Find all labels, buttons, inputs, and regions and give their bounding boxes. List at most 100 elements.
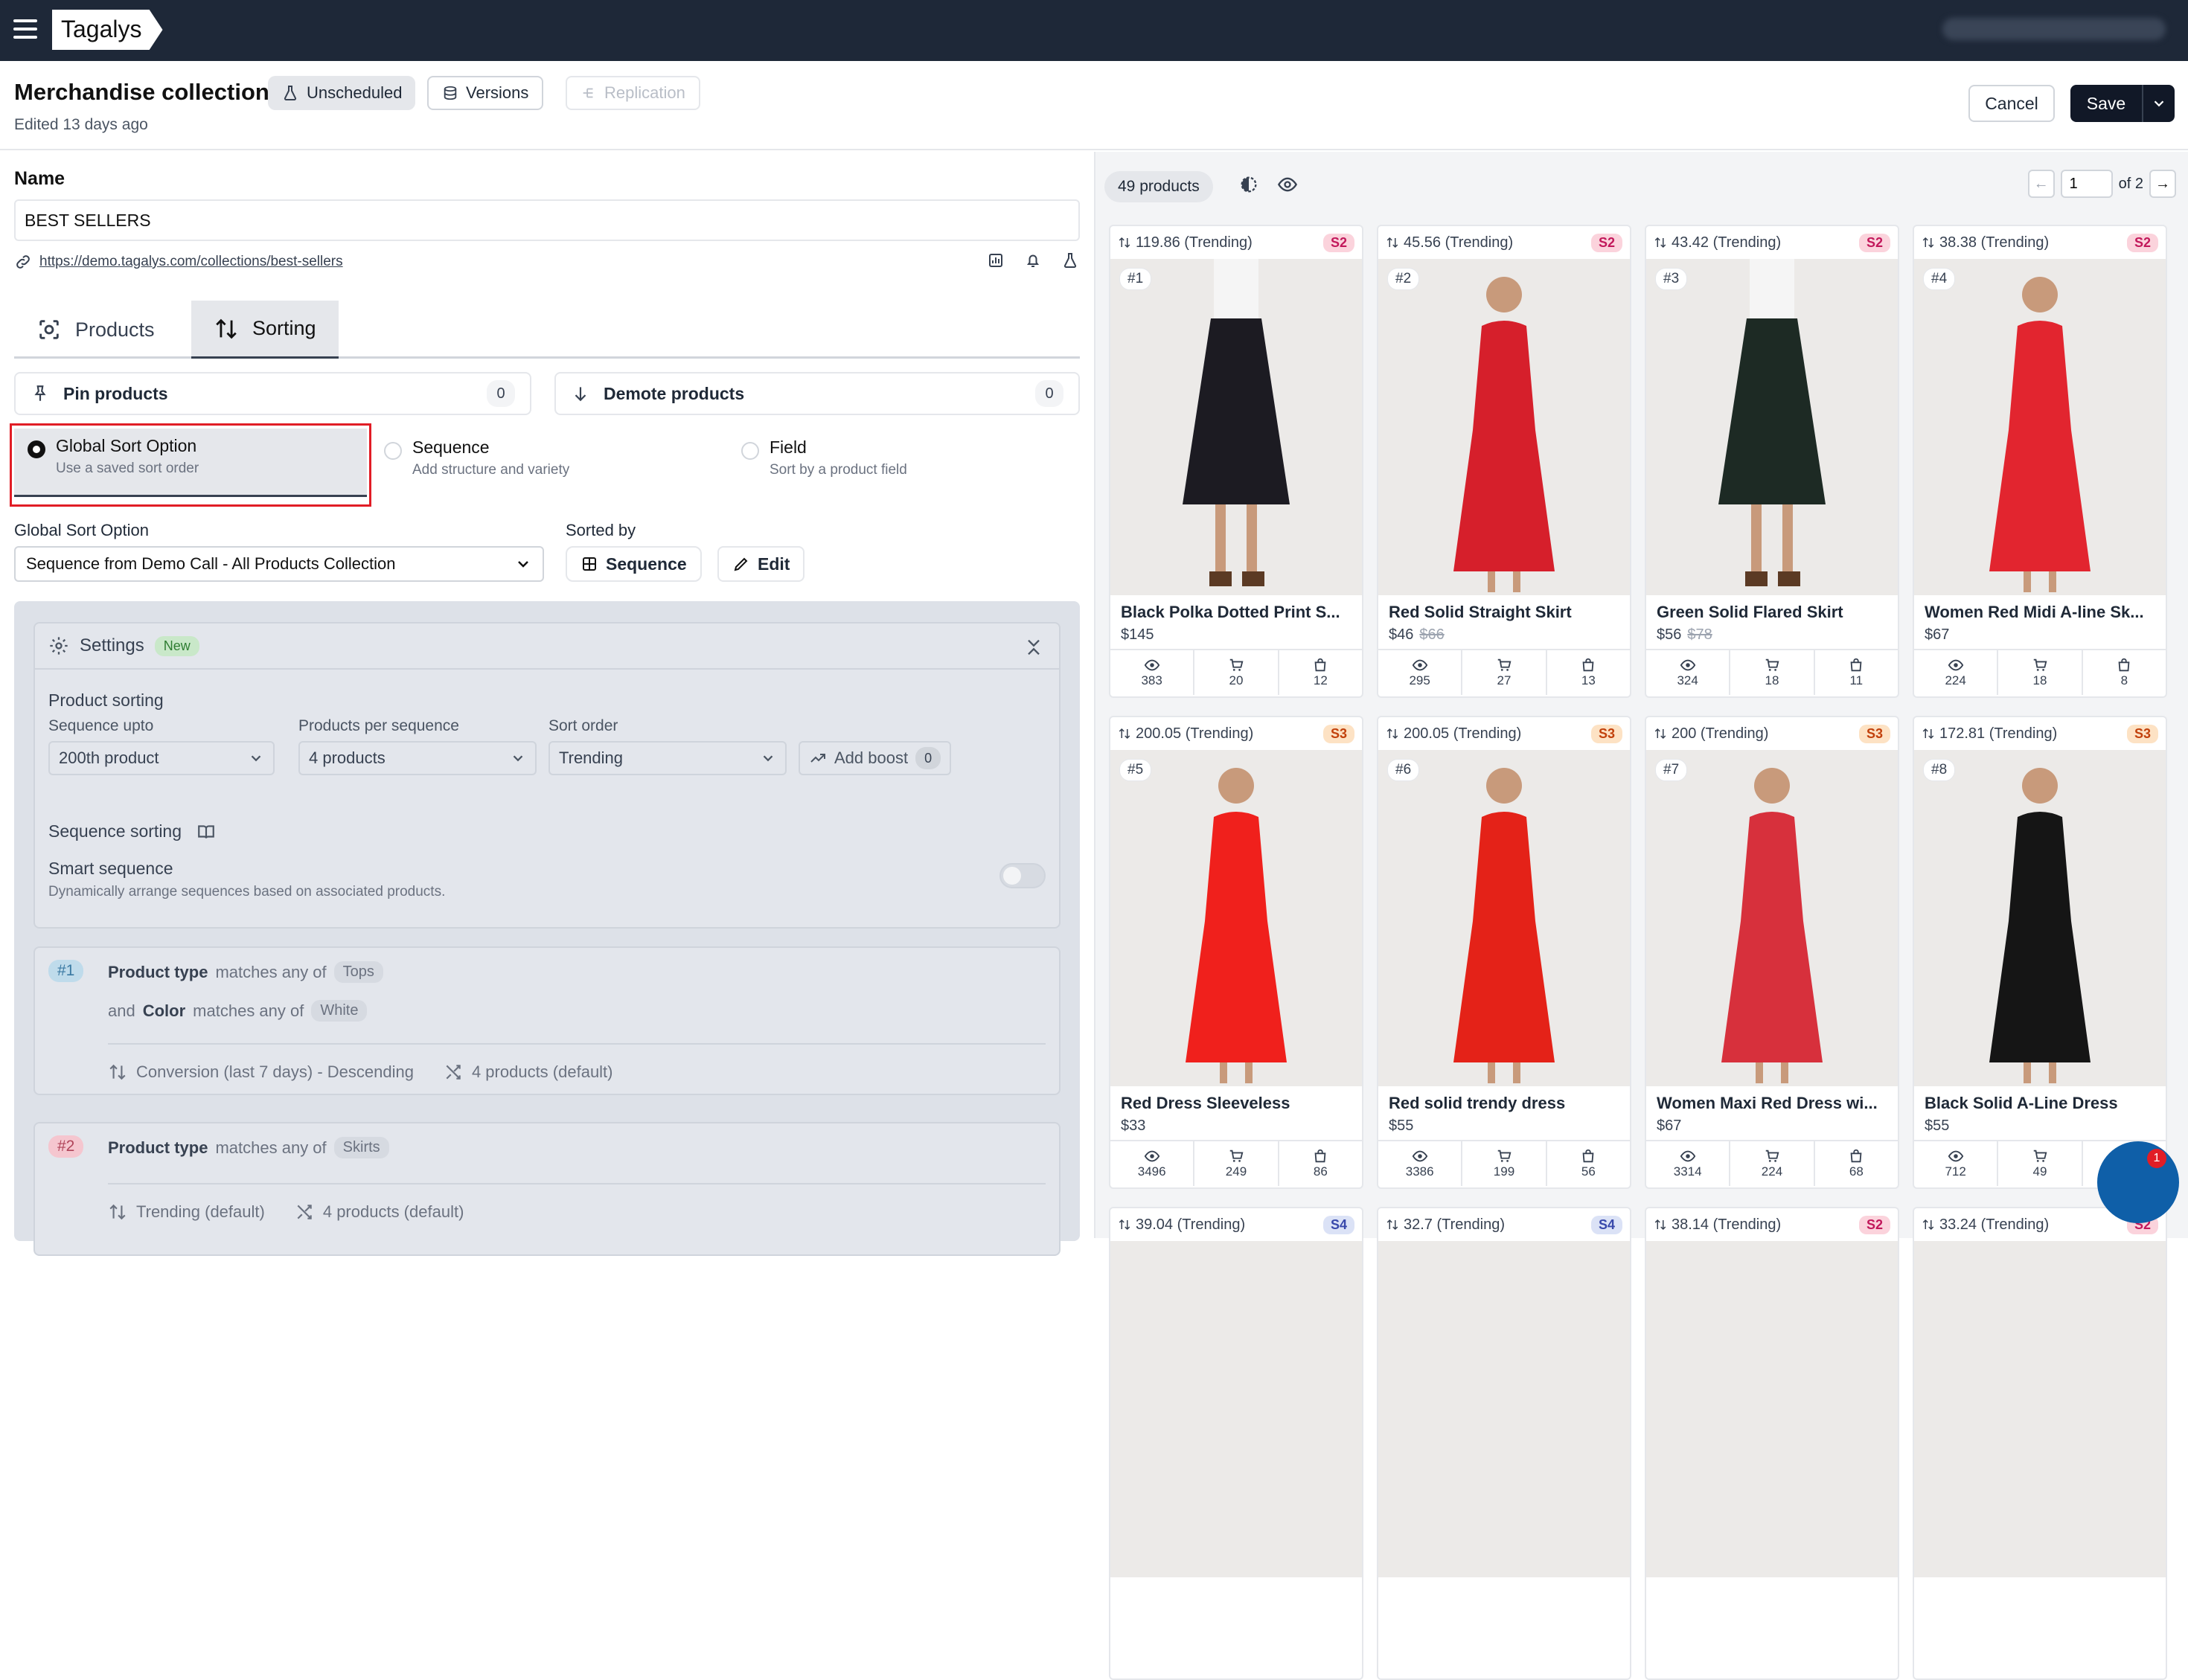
next-page-button[interactable]: →	[2149, 170, 2176, 198]
product-card[interactable]: 200.05 (Trending) S3 #6 Red solid trendy dr…	[1377, 716, 1631, 1189]
product-photo	[1718, 259, 1826, 586]
rule-joiner: and	[108, 1001, 135, 1020]
product-card[interactable]: 200 (Trending) S3 #7 Women Maxi Red Dress w…	[1645, 716, 1899, 1189]
purchases-stat: 13	[1547, 650, 1630, 695]
flask-icon[interactable]	[1061, 251, 1079, 269]
product-card[interactable]: 32.7 (Trending) S4	[1377, 1207, 1631, 1680]
cart-icon	[2033, 658, 2047, 671]
radio-selected[interactable]	[28, 440, 45, 458]
product-image[interactable]: #3	[1646, 259, 1898, 595]
name-input[interactable]	[14, 199, 1080, 241]
product-image[interactable]: #8	[1914, 750, 2166, 1086]
menu-icon[interactable]	[13, 19, 37, 40]
analytics-icon[interactable]	[987, 251, 1005, 269]
views-count: 383	[1141, 673, 1162, 687]
pin-products-button[interactable]: Pin products 0	[14, 372, 531, 415]
collapse-icon[interactable]	[1023, 637, 1044, 663]
sequence-tag: S3	[2126, 724, 2158, 743]
sort-option-global[interactable]: Global Sort Option Use a saved sort orde…	[14, 429, 367, 497]
product-card[interactable]: 43.42 (Trending) S2 #3 Green Solid Flared S…	[1645, 225, 1899, 698]
rank-badge: #3	[1655, 268, 1688, 290]
eye-icon[interactable]	[1277, 174, 1298, 195]
product-price-row: $46 $66	[1389, 626, 1619, 644]
product-card[interactable]: 45.56 (Trending) S2 #2 Red Solid Straight S…	[1377, 225, 1631, 698]
product-card[interactable]: 33.24 (Trending) S2	[1913, 1207, 2167, 1680]
book-icon[interactable]	[196, 822, 216, 841]
sorted-by-label: Sorted by	[566, 521, 636, 539]
chat-widget-button[interactable]	[2097, 1141, 2179, 1223]
schedule-status-badge[interactable]: Unscheduled	[268, 76, 416, 110]
radio-unselected[interactable]	[384, 442, 402, 460]
save-button[interactable]: Save	[2070, 85, 2175, 122]
settings-header[interactable]: Settings New	[48, 635, 199, 656]
cancel-button[interactable]: Cancel	[1968, 85, 2055, 122]
sequence-button[interactable]: Sequence	[566, 546, 702, 582]
product-info: Black Solid A-Line Dress $55	[1914, 1086, 2166, 1140]
product-image[interactable]: #1	[1110, 259, 1362, 595]
sort-option-sequence[interactable]: Sequence Add structure and variety	[384, 430, 569, 484]
collection-url-link[interactable]: https://demo.tagalys.com/collections/bes…	[39, 254, 343, 270]
product-card[interactable]: 200.05 (Trending) S3 #5 Red Dress Sleeveles…	[1109, 716, 1363, 1189]
product-card[interactable]: 38.38 (Trending) S2 #4 Women Red Midi A-lin…	[1913, 225, 2167, 698]
add-boost-button[interactable]: Add boost 0	[799, 741, 952, 775]
carts-count: 18	[2032, 673, 2047, 687]
versions-button[interactable]: Versions	[427, 76, 544, 110]
smart-sequence-toggle[interactable]	[999, 863, 1046, 888]
product-score: 32.7 (Trending)	[1404, 1216, 1505, 1233]
rank-badge: #6	[1387, 759, 1420, 781]
edit-button[interactable]: Edit	[717, 546, 805, 582]
global-sort-select[interactable]: Sequence from Demo Call - All Products C…	[14, 546, 544, 582]
bell-icon[interactable]	[1024, 251, 1042, 269]
sequence-tag: S4	[1322, 1215, 1354, 1234]
product-image[interactable]	[1646, 1241, 1898, 1577]
product-score: 172.81 (Trending)	[1939, 725, 2058, 742]
sort-order-select[interactable]: Trending	[548, 741, 787, 775]
product-image[interactable]	[1110, 1241, 1362, 1577]
product-card[interactable]: 39.04 (Trending) S4	[1109, 1207, 1363, 1680]
views-stat: 3386	[1378, 1141, 1463, 1186]
tab-sorting[interactable]: Sorting	[191, 301, 339, 359]
product-image[interactable]: #6	[1378, 750, 1630, 1086]
app-logo[interactable]: Tagalys	[52, 10, 163, 50]
chevron-down-icon	[518, 561, 528, 568]
page-input[interactable]	[2060, 170, 2113, 198]
product-image[interactable]: #4	[1914, 259, 2166, 595]
card-score-row: 200.05 (Trending) S3	[1110, 717, 1362, 750]
sequence-rule-card[interactable]: #2 Product type matches any of Skirts Tr…	[33, 1122, 1061, 1256]
product-image[interactable]	[1378, 1241, 1630, 1577]
carts-stat: 27	[1462, 650, 1547, 695]
global-sort-label: Global Sort Option	[14, 521, 149, 539]
product-image[interactable]: #2	[1378, 259, 1630, 595]
preview-icons	[1238, 174, 1298, 195]
sequence-tag: S2	[1590, 233, 1622, 252]
chevron-down-icon[interactable]	[2142, 85, 2175, 122]
product-image[interactable]	[1914, 1241, 2166, 1577]
page-title: Merchandise collection	[14, 79, 269, 105]
sequence-tag: S3	[1590, 724, 1622, 743]
sort-order-label: Sort order	[548, 717, 618, 734]
radio-unselected[interactable]	[741, 442, 759, 460]
bag-icon	[1314, 658, 1326, 672]
product-image[interactable]: #5	[1110, 750, 1362, 1086]
tab-products[interactable]: Products	[14, 301, 177, 359]
sort-option-field[interactable]: Field Sort by a product field	[741, 430, 907, 484]
product-card[interactable]: 172.81 (Trending) S3 #8 Black Solid A-Line …	[1913, 716, 2167, 1189]
sequence-rule-card[interactable]: #1 Product type matches any of Tops and …	[33, 946, 1061, 1095]
replication-button[interactable]: Replication	[566, 76, 700, 110]
sequence-settings-area: Settings New Product sorting Sequence up…	[14, 601, 1080, 1256]
product-card[interactable]: 38.14 (Trending) S2	[1645, 1207, 1899, 1680]
card-score-row: 200.05 (Trending) S3	[1378, 717, 1630, 750]
product-image[interactable]: #7	[1646, 750, 1898, 1086]
product-card[interactable]: 119.86 (Trending) S2 #1 Black Polka Dotted …	[1109, 225, 1363, 698]
contrast-icon[interactable]	[1238, 174, 1259, 195]
prev-page-button[interactable]: ←	[2027, 170, 2055, 198]
product-stats: 383 20 12	[1110, 649, 1362, 695]
carts-count: 199	[1493, 1164, 1515, 1179]
products-per-sequence-select[interactable]: 4 products	[298, 741, 537, 775]
user-account-menu[interactable]	[1942, 18, 2166, 40]
product-sorting-title: Product sorting	[48, 690, 164, 710]
demote-products-button[interactable]: Demote products 0	[554, 372, 1080, 415]
sequence-upto-select[interactable]: 200th product	[48, 741, 275, 775]
views-stat: 712	[1914, 1141, 1999, 1186]
chevron-down-icon	[251, 755, 261, 762]
